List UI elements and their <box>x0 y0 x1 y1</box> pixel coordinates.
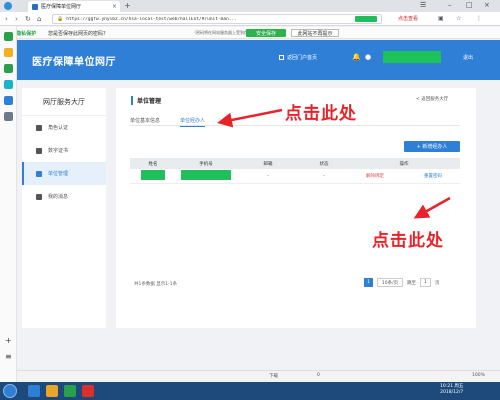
os-taskbar: 10:21 周五 2018/12/7 <box>0 382 500 400</box>
browser-status-bar: 下载 0 100% <box>17 370 500 381</box>
zoom-level[interactable]: 100% <box>472 373 485 378</box>
annotation-click-here-2: 点击此处 <box>372 231 444 251</box>
annotation-click-here-1: 点击此处 <box>285 104 357 124</box>
taskbar-clock: 10:21 周五 2018/12/7 <box>440 384 463 396</box>
arrow-to-tab <box>217 108 283 128</box>
taskbar-360-icon[interactable] <box>64 385 76 397</box>
taskbar-wps-icon[interactable] <box>82 385 94 397</box>
taskbar-explorer-icon[interactable] <box>46 385 58 397</box>
clock-date: 2018/12/7 <box>440 390 464 395</box>
annotation-arrows <box>217 108 451 219</box>
start-button[interactable] <box>3 384 17 398</box>
status-count: 0 <box>317 373 320 378</box>
status-download[interactable]: 下载 <box>269 373 278 379</box>
taskbar-browser-icon[interactable] <box>28 385 40 397</box>
arrow-to-action <box>413 196 451 219</box>
